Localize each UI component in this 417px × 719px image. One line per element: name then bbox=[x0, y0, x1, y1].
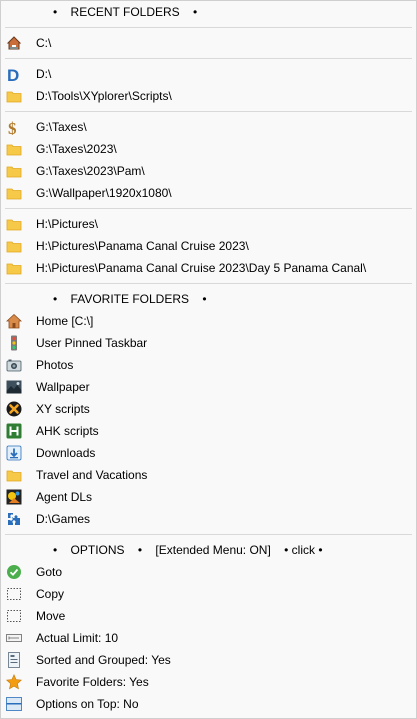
agent-icon bbox=[6, 489, 22, 505]
favorite-folder-item[interactable]: Downloads bbox=[1, 442, 416, 464]
favorite-folder-label: Travel and Vacations bbox=[36, 468, 148, 482]
option-sorted-grouped[interactable]: Sorted and Grouped: Yes bbox=[1, 649, 416, 671]
favorite-folder-label: Agent DLs bbox=[36, 490, 93, 504]
recent-folder-item[interactable]: H:\Pictures\Panama Canal Cruise 2023\ bbox=[1, 235, 416, 257]
option-actual-limit[interactable]: Actual Limit: 10 bbox=[1, 627, 416, 649]
traffic-light-icon bbox=[6, 335, 22, 351]
option-label: Copy bbox=[36, 587, 65, 601]
recent-folder-item[interactable]: H:\Pictures\Panama Canal Cruise 2023\Day… bbox=[1, 257, 416, 279]
star-icon bbox=[6, 674, 22, 690]
recent-folder-label: G:\Taxes\2023\ bbox=[36, 142, 117, 156]
folder-icon bbox=[6, 185, 22, 201]
favorite-folder-label: D:\Games bbox=[36, 512, 91, 526]
download-icon bbox=[6, 445, 22, 461]
dotted-box-icon bbox=[6, 608, 22, 624]
check-icon bbox=[6, 564, 22, 580]
folder-icon bbox=[6, 216, 22, 232]
home-drive-icon bbox=[6, 35, 22, 51]
recent-folder-label: H:\Pictures\Panama Canal Cruise 2023\Day… bbox=[36, 261, 367, 275]
favorite-folder-label: Downloads bbox=[36, 446, 96, 460]
puzzle-icon bbox=[6, 511, 22, 527]
d-drive-icon: D bbox=[6, 66, 22, 82]
folder-icon bbox=[6, 141, 22, 157]
separator bbox=[5, 283, 412, 284]
svg-text:D: D bbox=[7, 66, 19, 82]
recent-folder-label: D:\Tools\XYplorer\Scripts\ bbox=[36, 89, 172, 103]
option-favorite-folders[interactable]: Favorite Folders: Yes bbox=[1, 671, 416, 693]
favorite-folder-item[interactable]: Agent DLs bbox=[1, 486, 416, 508]
recent-folder-label: H:\Pictures\Panama Canal Cruise 2023\ bbox=[36, 239, 249, 253]
home-icon bbox=[6, 313, 22, 329]
favorite-folder-item[interactable]: D:\Games bbox=[1, 508, 416, 530]
sorted-icon bbox=[6, 652, 22, 668]
svg-text:$: $ bbox=[8, 119, 17, 135]
option-label: Favorite Folders: Yes bbox=[36, 675, 149, 689]
recent-folder-item[interactable]: $ G:\Taxes\ bbox=[1, 116, 416, 138]
options-header: • OPTIONS • [Extended Menu: ON] • click … bbox=[53, 543, 323, 557]
favorite-folder-item[interactable]: Home [C:\] bbox=[1, 310, 416, 332]
recent-folders-header: • RECENT FOLDERS • bbox=[53, 5, 198, 19]
favorite-folder-item[interactable]: Travel and Vacations bbox=[1, 464, 416, 486]
option-options-on-top[interactable]: Options on Top: No bbox=[1, 693, 416, 715]
option-goto[interactable]: Goto bbox=[1, 561, 416, 583]
separator bbox=[5, 111, 412, 112]
separator bbox=[5, 534, 412, 535]
favorite-folder-label: User Pinned Taskbar bbox=[36, 336, 148, 350]
separator bbox=[5, 27, 412, 28]
landscape-icon bbox=[6, 379, 22, 395]
recent-folder-item[interactable]: C:\ bbox=[1, 32, 416, 54]
recent-folder-item[interactable]: G:\Taxes\2023\ bbox=[1, 138, 416, 160]
favorite-folder-label: Home [C:\] bbox=[36, 314, 94, 328]
recent-folder-label: G:\Taxes\2023\Pam\ bbox=[36, 164, 145, 178]
limit-icon bbox=[6, 630, 22, 646]
xy-icon bbox=[6, 401, 22, 417]
folder-icon bbox=[6, 260, 22, 276]
folder-icon bbox=[6, 467, 22, 483]
recent-folder-item[interactable]: D:\Tools\XYplorer\Scripts\ bbox=[1, 85, 416, 107]
favorite-folders-header: • FAVORITE FOLDERS • bbox=[53, 292, 207, 306]
favorite-folder-item[interactable]: Photos bbox=[1, 354, 416, 376]
ahk-icon bbox=[6, 423, 22, 439]
folder-icon bbox=[6, 163, 22, 179]
recent-folder-label: G:\Wallpaper\1920x1080\ bbox=[36, 186, 172, 200]
recent-folder-item[interactable]: G:\Taxes\2023\Pam\ bbox=[1, 160, 416, 182]
option-label: Actual Limit: 10 bbox=[36, 631, 119, 645]
folder-context-menu: • RECENT FOLDERS • C:\ D D:\ D:\Tools\XY… bbox=[0, 0, 417, 719]
layout-icon bbox=[6, 696, 22, 712]
favorite-folder-label: Wallpaper bbox=[36, 380, 90, 394]
recent-folder-item[interactable]: D D:\ bbox=[1, 63, 416, 85]
option-label: Options on Top: No bbox=[36, 697, 139, 711]
favorite-folder-label: AHK scripts bbox=[36, 424, 99, 438]
folder-icon bbox=[6, 88, 22, 104]
option-move[interactable]: Move bbox=[1, 605, 416, 627]
recent-folder-label: H:\Pictures\ bbox=[36, 217, 99, 231]
favorite-folder-item[interactable]: AHK scripts bbox=[1, 420, 416, 442]
separator bbox=[5, 58, 412, 59]
recent-folder-item[interactable]: H:\Pictures\ bbox=[1, 213, 416, 235]
camera-icon bbox=[6, 357, 22, 373]
favorite-folder-item[interactable]: Wallpaper bbox=[1, 376, 416, 398]
option-label: Move bbox=[36, 609, 66, 623]
option-label: Sorted and Grouped: Yes bbox=[36, 653, 171, 667]
option-copy[interactable]: Copy bbox=[1, 583, 416, 605]
favorite-folder-item[interactable]: User Pinned Taskbar bbox=[1, 332, 416, 354]
separator bbox=[5, 208, 412, 209]
recent-folder-label: D:\ bbox=[36, 67, 52, 81]
favorite-folder-label: Photos bbox=[36, 358, 74, 372]
recent-folder-label: G:\Taxes\ bbox=[36, 120, 87, 134]
favorite-folder-label: XY scripts bbox=[36, 402, 90, 416]
dotted-box-icon bbox=[6, 586, 22, 602]
recent-folder-label: C:\ bbox=[36, 36, 52, 50]
dollar-folder-icon: $ bbox=[6, 119, 22, 135]
favorite-folder-item[interactable]: XY scripts bbox=[1, 398, 416, 420]
recent-folder-item[interactable]: G:\Wallpaper\1920x1080\ bbox=[1, 182, 416, 204]
option-label: Goto bbox=[36, 565, 63, 579]
folder-icon bbox=[6, 238, 22, 254]
